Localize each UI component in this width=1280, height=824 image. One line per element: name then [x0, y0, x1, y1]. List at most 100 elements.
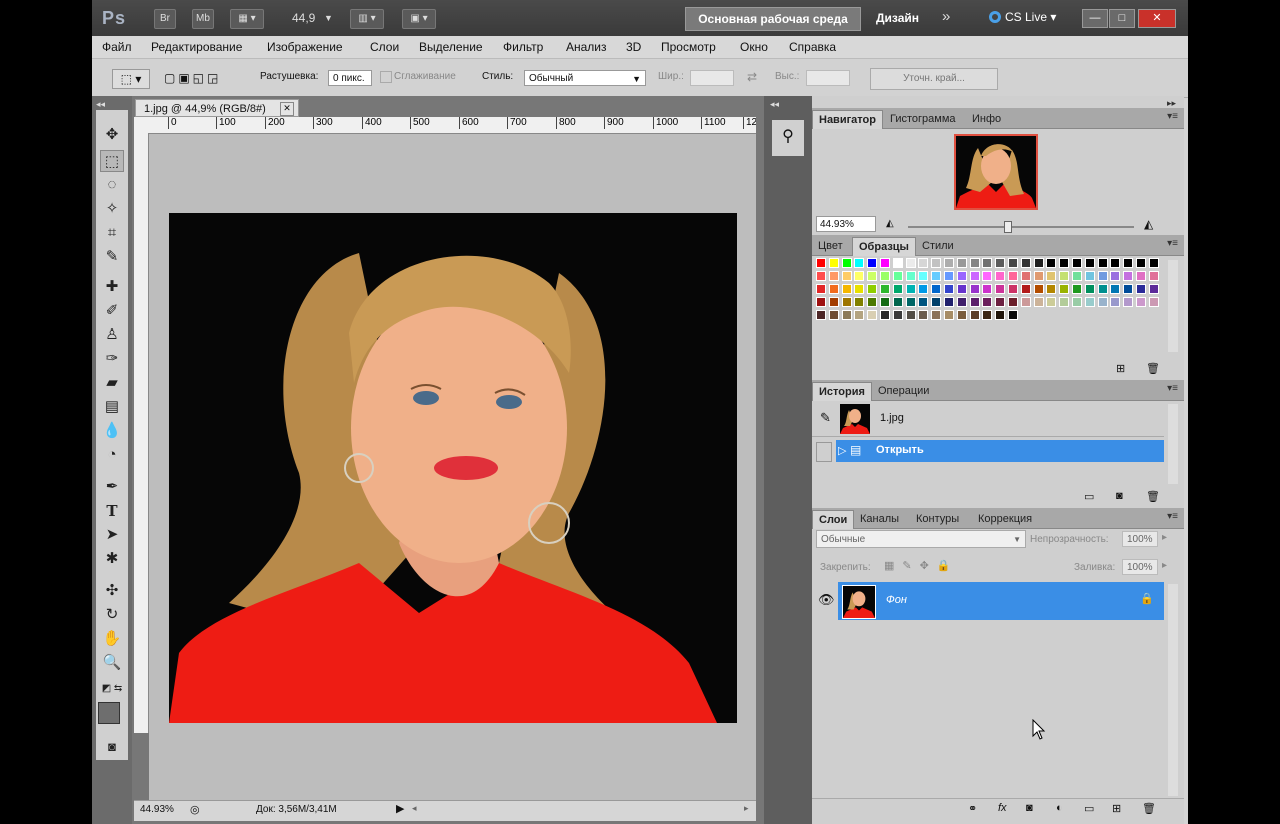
tab-swatches[interactable]: Образцы — [852, 237, 916, 256]
color-swatch[interactable] — [944, 284, 954, 294]
status-menu-arrow-icon[interactable]: ▶ — [396, 802, 404, 815]
color-swatch[interactable] — [1148, 271, 1159, 281]
zoom-tool-icon[interactable]: 🔍 — [100, 652, 124, 674]
color-swatch[interactable] — [854, 284, 865, 294]
color-swatch[interactable] — [918, 310, 929, 320]
color-swatch[interactable] — [1110, 271, 1121, 281]
tab-actions[interactable]: Операции — [872, 382, 935, 400]
color-swatch[interactable] — [1136, 271, 1146, 281]
quick-selection-tool-icon[interactable]: ✧ — [100, 198, 124, 220]
zoom-dropdown-icon[interactable]: ▼ — [324, 13, 333, 23]
color-swatch[interactable] — [867, 258, 878, 268]
color-swatch[interactable] — [892, 297, 903, 307]
panel-menu-icon[interactable]: ▾≡ — [1167, 111, 1178, 122]
color-swatch[interactable] — [1110, 284, 1121, 294]
scroll-left-icon[interactable]: ◂ — [412, 803, 417, 814]
color-swatch[interactable] — [1136, 284, 1146, 294]
color-swatch[interactable] — [1123, 258, 1134, 268]
color-swatch[interactable] — [931, 310, 942, 320]
marquee-tool-icon[interactable]: ⬚ — [100, 150, 124, 172]
zoom-in-icon[interactable]: ◭ — [1144, 217, 1153, 231]
swatches-scrollbar[interactable] — [1168, 260, 1178, 352]
color-swatch[interactable] — [905, 310, 916, 320]
color-swatch[interactable] — [982, 271, 993, 281]
color-swatch[interactable] — [816, 258, 826, 268]
tool-presets-icon[interactable]: ⚲ — [772, 120, 804, 156]
shape-tool-icon[interactable]: ✱ — [100, 548, 124, 570]
color-swatch[interactable] — [1084, 297, 1095, 307]
history-step-open[interactable]: ▷ ▤ Открыть — [836, 440, 1164, 462]
new-group-icon[interactable]: ▭ — [1084, 802, 1094, 815]
menu-analysis[interactable]: Анализ — [566, 40, 607, 54]
color-swatch[interactable] — [1008, 271, 1018, 281]
color-swatch[interactable] — [1148, 258, 1159, 268]
color-swatch[interactable] — [1046, 271, 1057, 281]
menu-filter[interactable]: Фильтр — [503, 40, 543, 54]
color-swatch[interactable] — [841, 271, 852, 281]
color-swatch[interactable] — [892, 271, 903, 281]
history-brush-source-icon[interactable]: ✎ — [820, 410, 831, 426]
color-swatch[interactable] — [944, 310, 954, 320]
color-swatch[interactable] — [880, 271, 890, 281]
color-swatch[interactable] — [905, 284, 916, 294]
maximize-button[interactable]: □ — [1109, 9, 1135, 28]
color-swatch[interactable] — [892, 284, 903, 294]
color-swatch[interactable] — [995, 271, 1006, 281]
color-swatch[interactable] — [918, 297, 929, 307]
opacity-input[interactable]: 100% — [1122, 531, 1158, 547]
tab-layers[interactable]: Слои — [812, 510, 855, 529]
cs-live-button[interactable]: CS Live ▾ — [989, 10, 1056, 24]
color-swatch[interactable] — [841, 258, 852, 268]
bridge-button[interactable]: Br — [154, 9, 176, 29]
color-swatch[interactable] — [1072, 284, 1082, 294]
color-swatch[interactable] — [969, 284, 980, 294]
zoom-out-icon[interactable]: ◭ — [886, 218, 894, 229]
navigator-zoom-input[interactable]: 44.93% — [816, 216, 876, 232]
color-swatch[interactable] — [816, 310, 826, 320]
blend-mode-select[interactable]: Обычные ▼ — [816, 530, 1026, 548]
scroll-right-icon[interactable]: ▸ — [744, 803, 749, 814]
color-swatch[interactable] — [1008, 310, 1018, 320]
new-layer-icon[interactable]: ⊞ — [1112, 802, 1121, 815]
color-swatch[interactable] — [816, 271, 826, 281]
close-button[interactable]: ✕ — [1138, 9, 1176, 28]
color-swatch[interactable] — [1072, 271, 1082, 281]
menu-image[interactable]: Изображение — [267, 40, 343, 54]
lock-icons[interactable]: ▦✎✥🔒 — [884, 559, 959, 572]
menu-edit[interactable]: Редактирование — [151, 40, 242, 54]
tool-preset-icon[interactable]: ⬚ ▾ — [112, 69, 150, 89]
color-swatch[interactable] — [841, 310, 852, 320]
color-swatch[interactable] — [1046, 284, 1057, 294]
color-swatch[interactable] — [1033, 284, 1044, 294]
clone-stamp-tool-icon[interactable]: ♙ — [100, 324, 124, 346]
color-swatch[interactable] — [1097, 271, 1108, 281]
quick-mask-icon[interactable]: ◙ — [100, 736, 124, 758]
color-swatch[interactable] — [1097, 297, 1108, 307]
status-zoom[interactable]: 44.93% — [140, 804, 174, 815]
color-swatch[interactable] — [1136, 297, 1146, 307]
tab-channels[interactable]: Каналы — [854, 510, 905, 528]
gradient-tool-icon[interactable]: ▤ — [100, 396, 124, 418]
delete-layer-icon[interactable]: 🗑 — [1142, 802, 1156, 815]
type-tool-icon[interactable]: T — [100, 500, 124, 522]
color-swatch[interactable] — [995, 297, 1006, 307]
color-swatch[interactable] — [969, 258, 980, 268]
color-swatch[interactable] — [841, 297, 852, 307]
close-tab-icon[interactable]: ✕ — [280, 102, 294, 116]
color-swatch[interactable] — [995, 258, 1006, 268]
color-swatch[interactable] — [1084, 271, 1095, 281]
eyedropper-tool-icon[interactable]: ✎ — [100, 246, 124, 268]
color-swatch[interactable] — [880, 310, 890, 320]
color-swatch[interactable] — [918, 284, 929, 294]
hand-tool-icon[interactable]: ✋ — [100, 628, 124, 650]
layer-style-icon[interactable]: fx — [998, 802, 1007, 814]
tab-styles[interactable]: Стили — [916, 237, 960, 255]
dodge-tool-icon[interactable]: ◔ — [100, 444, 124, 466]
color-swatch[interactable] — [867, 271, 878, 281]
color-swatch[interactable] — [1148, 297, 1159, 307]
color-swatch[interactable] — [931, 284, 942, 294]
delete-state-icon[interactable]: 🗑 — [1146, 490, 1160, 503]
color-swatch[interactable] — [828, 284, 839, 294]
menu-file[interactable]: Файл — [102, 40, 132, 54]
add-mask-icon[interactable]: ◙ — [1026, 802, 1033, 814]
